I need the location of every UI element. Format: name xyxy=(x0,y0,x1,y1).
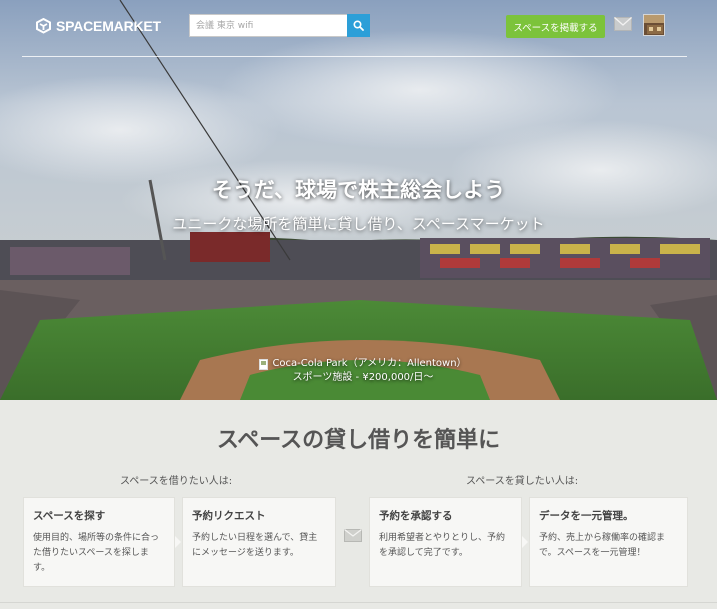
step-card-request: 予約リクエスト 予約したい日程を選んで、貸主にメッセージを送ります。 xyxy=(182,497,336,587)
hero-title: そうだ、球場で株主総会しよう xyxy=(211,178,506,202)
user-avatar[interactable] xyxy=(643,14,665,36)
step-arrow-icon xyxy=(522,536,528,548)
step-card-approve: 予約を承認する 利用希望者とやりとりし、予約を承認して完了です。 xyxy=(369,497,522,587)
spacemarket-logo[interactable]: SPACEMARKET xyxy=(35,15,161,37)
step-description: 予約したい日程を選んで、貸主にメッセージを送ります。 xyxy=(192,533,318,558)
step-title: スペースを探す xyxy=(33,510,106,522)
section-divider xyxy=(0,602,717,603)
photo-caption[interactable]: Coca-Cola Park（アメリカ：Allentown） スポーツ施設 - … xyxy=(243,357,483,385)
step-card-search: スペースを探す 使用目的、場所等の条件に合った借りたいスペースを探します。 xyxy=(23,497,175,587)
step-arrow-icon xyxy=(175,536,181,548)
step-title: データを一元管理。 xyxy=(539,510,634,522)
step-title: 予約を承認する xyxy=(379,510,453,522)
hero-subtitle: ユニークな場所を簡単に貸し借り、スペースマーケット xyxy=(172,215,545,233)
step-card-manage: データを一元管理。 予約、売上から稼働率の確認まで。スペースを一元管理！ xyxy=(529,497,688,587)
logo-text: SPACEMARKET xyxy=(56,18,161,34)
how-it-works-title: スペースの貸し借りを簡単に xyxy=(216,428,501,453)
renter-label: スペースを借りたい人は: xyxy=(120,476,233,487)
search-button[interactable] xyxy=(347,14,370,37)
step-description: 使用目的、場所等の条件に合った借りたいスペースを探します。 xyxy=(33,533,160,573)
avatar-image xyxy=(644,15,664,35)
post-space-button[interactable]: スペースを掲載する xyxy=(506,15,605,38)
hero-banner: SPACEMARKET スペースを掲載する そうだ、球場で株主総会しよう ユニー… xyxy=(0,0,717,400)
mail-icon xyxy=(344,529,362,542)
step-description: 利用希望者とやりとりし、予約を承認して完了です。 xyxy=(379,533,506,558)
host-label: スペースを貸したい人は: xyxy=(466,476,579,487)
search-input[interactable] xyxy=(189,14,347,37)
search-bar xyxy=(189,14,370,37)
step-description: 予約、売上から稼働率の確認まで。スペースを一元管理！ xyxy=(539,533,666,558)
caption-venue: Coca-Cola Park（アメリカ：Allentown） xyxy=(272,358,467,369)
photo-thumbnail-icon xyxy=(259,358,269,370)
caption-price: スポーツ施設 - ¥200,000/日～ xyxy=(292,372,434,383)
step-title: 予約リクエスト xyxy=(192,510,266,522)
search-icon xyxy=(353,20,364,31)
spacemarket-logo-icon xyxy=(36,17,51,34)
header-divider xyxy=(22,56,687,57)
mail-icon[interactable] xyxy=(614,17,632,31)
